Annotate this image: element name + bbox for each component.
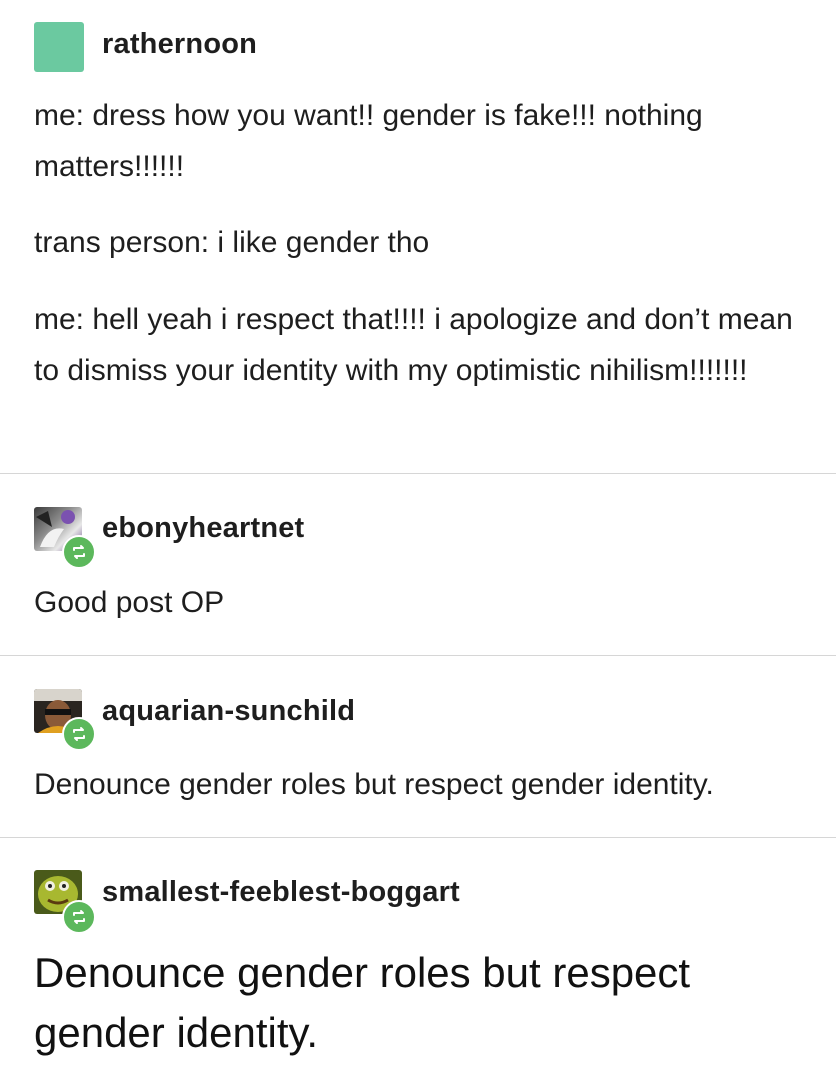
- reblog-icon: [62, 900, 96, 934]
- reblog-icon: [62, 535, 96, 569]
- username-rathernoon[interactable]: rathernoon: [102, 28, 257, 61]
- username-aquarian-sunchild[interactable]: aquarian-sunchild: [102, 695, 355, 728]
- reblog-comment-heading: Denounce gender roles but respect gender…: [34, 949, 691, 1056]
- post-paragraph-2: trans person: i like gender tho: [34, 226, 430, 259]
- divider: [0, 655, 836, 656]
- post-paragraph-3: me: hell yeah i respect that!!!! i apolo…: [34, 303, 793, 387]
- divider: [0, 837, 836, 838]
- username-smallest-feeblest-boggart[interactable]: smallest-feeblest-boggart: [102, 876, 460, 909]
- reblog-comment: Denounce gender roles but respect gender…: [34, 768, 714, 801]
- reblog-comment: Good post OP: [34, 586, 225, 619]
- reblog-icon: [62, 717, 96, 751]
- avatar-rathernoon[interactable]: [34, 22, 84, 72]
- post-paragraph-1: me: dress how you want!! gender is fake!…: [34, 99, 703, 183]
- username-ebonyheartnet[interactable]: ebonyheartnet: [102, 512, 304, 545]
- divider: [0, 473, 836, 474]
